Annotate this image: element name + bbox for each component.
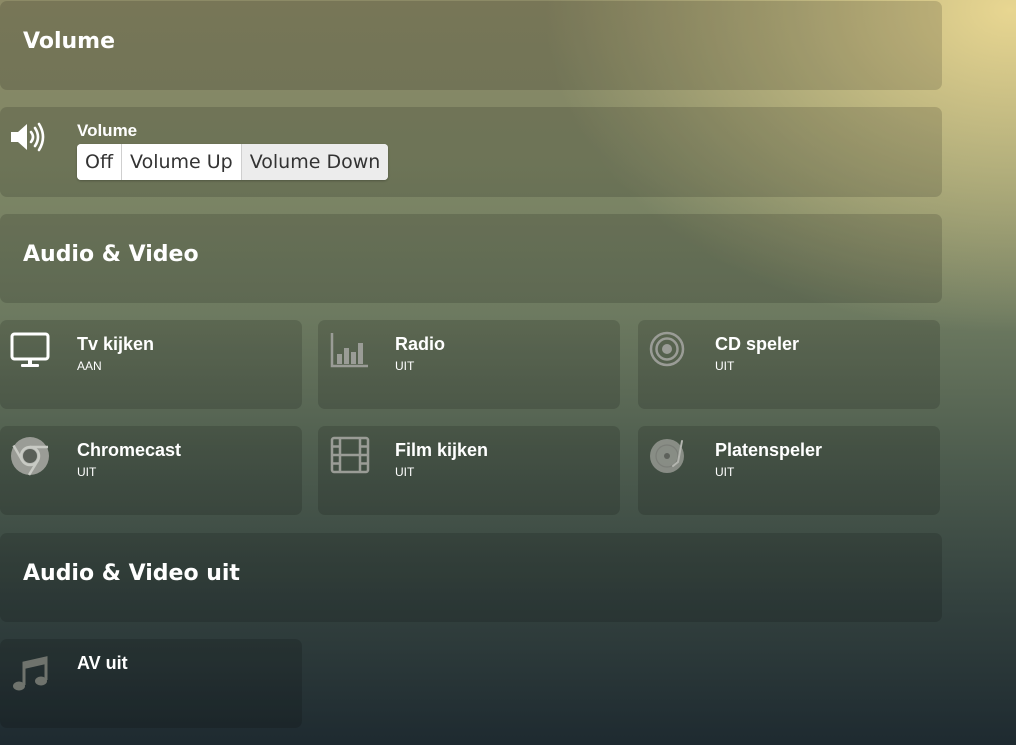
device-tile-tv[interactable]: Tv kijken AAN bbox=[0, 320, 302, 409]
volume-up-icon bbox=[11, 122, 45, 152]
device-tile-radio[interactable]: Radio UIT bbox=[318, 320, 620, 409]
device-tile-film[interactable]: Film kijken UIT bbox=[318, 426, 620, 515]
device-tile-cd[interactable]: CD speler UIT bbox=[638, 320, 940, 409]
section-title: Volume bbox=[23, 29, 115, 54]
device-status: UIT bbox=[395, 359, 415, 373]
device-tile-platenspeler[interactable]: Platenspeler UIT bbox=[638, 426, 940, 515]
scene-tile-av-off[interactable]: AV uit bbox=[0, 639, 302, 728]
device-status: UIT bbox=[715, 465, 735, 479]
volume-label: Volume bbox=[77, 121, 138, 140]
device-status: AAN bbox=[77, 359, 102, 373]
device-name: Platenspeler bbox=[715, 440, 823, 460]
tv-icon bbox=[10, 332, 50, 367]
section-header-av: Audio & Video bbox=[0, 214, 942, 303]
device-name: Film kijken bbox=[395, 440, 489, 460]
device-tile-chromecast[interactable]: Chromecast UIT bbox=[0, 426, 302, 515]
volume-down-button[interactable]: Volume Down bbox=[241, 144, 389, 180]
music-note-icon bbox=[13, 656, 48, 691]
volume-control-panel: Volume Off Volume Up Volume Down bbox=[0, 107, 942, 197]
section-title: Audio & Video bbox=[23, 242, 199, 267]
device-name: Tv kijken bbox=[77, 334, 155, 354]
chrome-icon bbox=[11, 437, 49, 476]
record-player-icon bbox=[650, 439, 684, 473]
volume-up-button[interactable]: Volume Up bbox=[122, 144, 242, 180]
section-header-av-off: Audio & Video uit bbox=[0, 533, 942, 622]
device-status: UIT bbox=[715, 359, 735, 373]
volume-button-group: Off Volume Up Volume Down bbox=[77, 144, 389, 180]
device-name: Radio bbox=[395, 334, 446, 354]
cd-icon bbox=[649, 331, 685, 367]
device-status: UIT bbox=[395, 465, 415, 479]
device-name: Chromecast bbox=[77, 440, 182, 460]
film-icon bbox=[330, 436, 370, 474]
section-header-volume: Volume bbox=[0, 1, 942, 90]
device-name: CD speler bbox=[715, 334, 800, 354]
device-status: UIT bbox=[77, 465, 97, 479]
scene-name: AV uit bbox=[77, 653, 128, 673]
section-title: Audio & Video uit bbox=[23, 561, 240, 586]
volume-off-button[interactable]: Off bbox=[77, 144, 123, 180]
bar-chart-icon bbox=[330, 333, 368, 368]
